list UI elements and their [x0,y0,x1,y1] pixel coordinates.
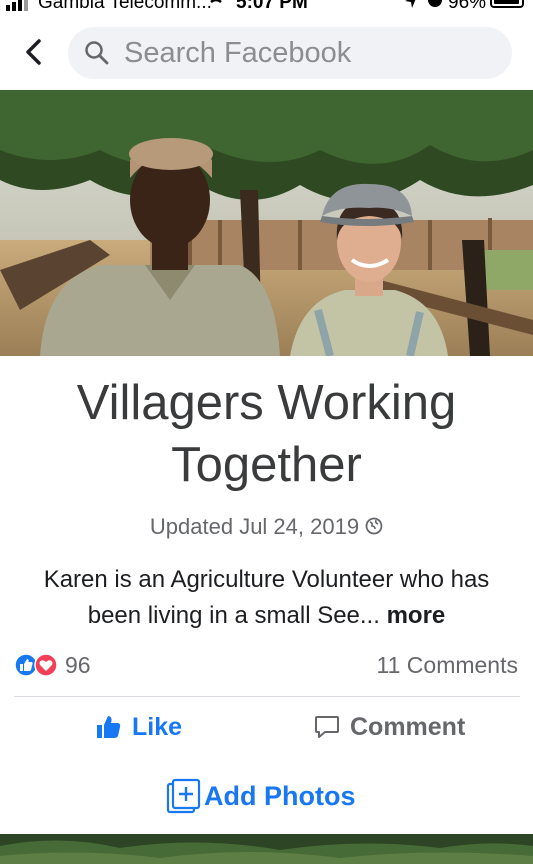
moon-icon [428,0,442,7]
updated-label: Updated Jul 24, 2019 [149,514,360,539]
battery-icon [490,0,524,8]
like-button[interactable]: Like [96,708,182,746]
cover-photo-image [0,90,533,356]
signal-icon [6,0,28,11]
next-post-photo-image [0,834,533,864]
add-photos-button[interactable]: Add Photos [166,776,355,816]
add-photos-label: Add Photos [204,780,356,811]
location-arrow-icon [405,0,416,8]
post-title-line-1: Villagers Working [76,376,457,430]
next-post-photo[interactable] [0,834,533,864]
status-bar: Gambia Telecomm... 5:07 PM 96% [0,0,533,14]
comment-icon [315,716,339,738]
thumbs-up-icon [97,716,121,738]
search-box[interactable] [68,27,512,79]
post-description: Karen is an Agriculture Volunteer who ha… [30,562,503,634]
battery-percent: 96% [448,0,487,13]
divider [14,696,520,697]
like-label: Like [132,712,183,741]
comment-button[interactable]: Comment [314,708,465,746]
love-reaction-icon [34,653,58,677]
search-icon [85,41,109,65]
back-chevron-icon[interactable] [22,38,46,66]
wifi-icon [210,0,222,4]
search-input[interactable] [124,27,494,79]
reaction-count: 96 [65,651,91,678]
carrier-name: Gambia Telecomm... [38,0,212,13]
post-title: Villagers Working Together [0,372,533,496]
cover-photo[interactable] [0,90,533,356]
see-more-link[interactable]: more [387,602,446,629]
updated-date: Updated Jul 24, 2019 [0,514,533,540]
comments-count[interactable]: 11 Comments [377,652,518,679]
top-nav [0,14,533,90]
add-photo-icon [166,778,201,814]
post-title-line-2: Together [171,438,362,492]
comment-label: Comment [350,712,466,741]
reaction-summary[interactable]: 96 [14,652,91,678]
status-time: 5:07 PM [236,0,308,13]
globe-icon [365,517,383,535]
